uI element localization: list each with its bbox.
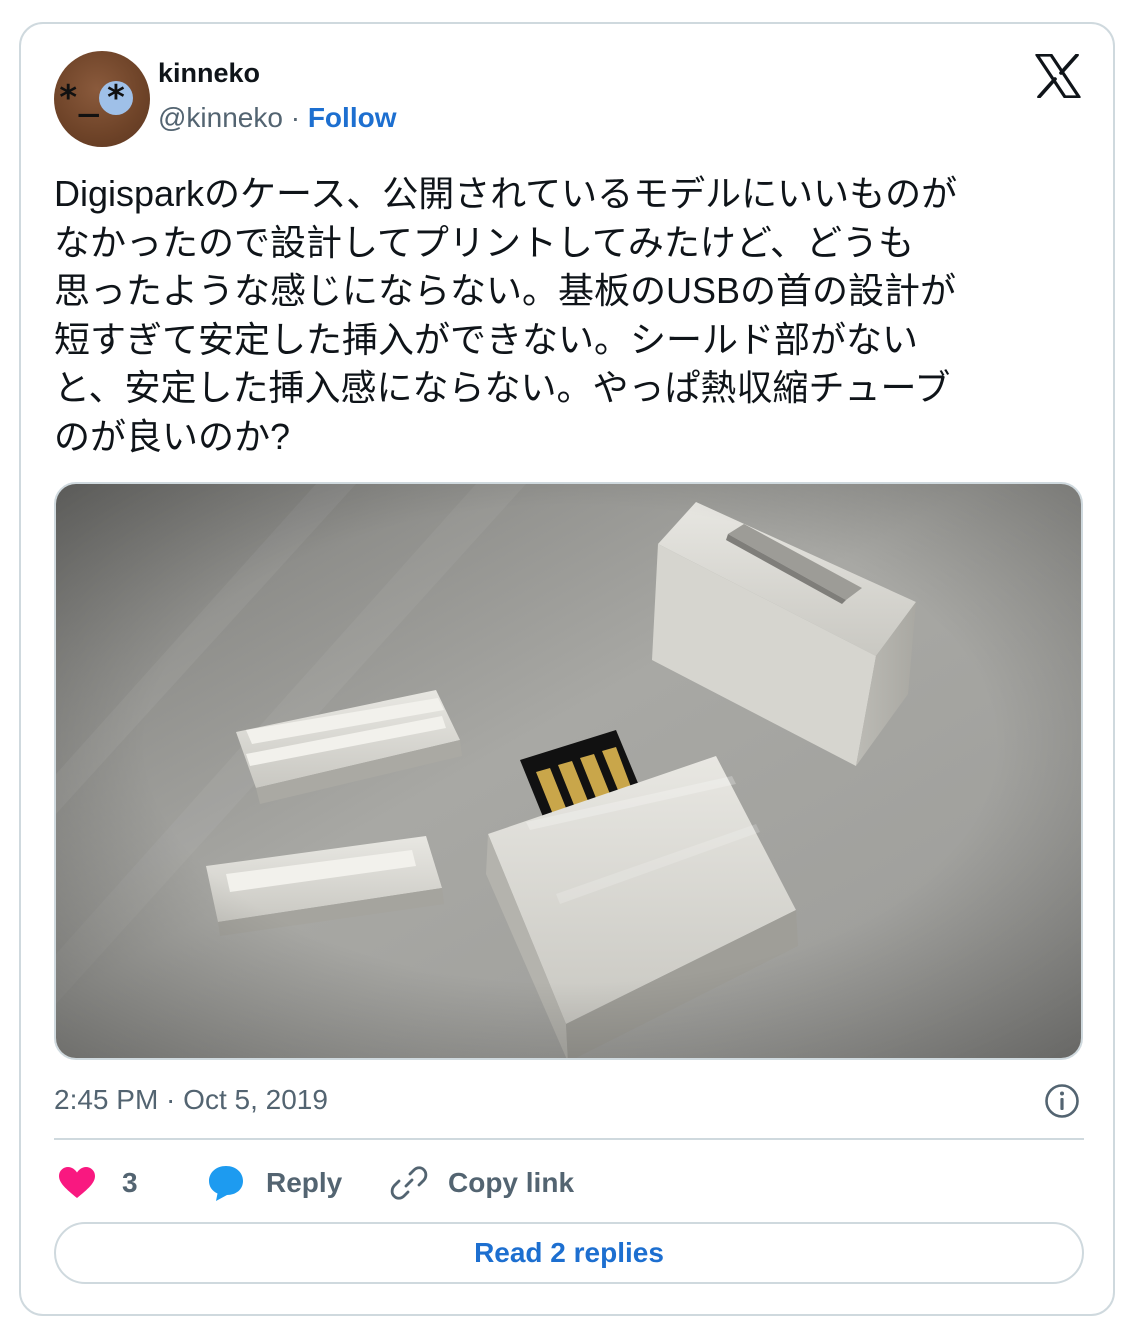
author-name[interactable]: kinneko: [158, 58, 260, 89]
photo-usb-case-parts: [56, 484, 1081, 1058]
like-count: 3: [122, 1167, 138, 1198]
like-button[interactable]: 3: [58, 1160, 138, 1206]
reply-bubble-icon: [209, 1166, 243, 1201]
author-handle-row: @kinneko · Follow: [158, 102, 396, 134]
follow-button[interactable]: Follow: [308, 102, 397, 133]
tweet-photo[interactable]: [54, 482, 1083, 1060]
read-replies-button[interactable]: Read 2 replies: [54, 1222, 1084, 1284]
reply-label: Reply: [266, 1167, 343, 1198]
tweet-text: Digisparkのケース、公開されているモデルにいいものが なかったので設計し…: [54, 173, 958, 457]
author-avatar[interactable]: *_ *: [54, 51, 150, 147]
avatar-right-eye: *: [98, 81, 133, 115]
copy-link-button[interactable]: Copy link: [390, 1160, 574, 1206]
avatar-mouth: _: [78, 78, 99, 118]
x-logo-icon[interactable]: [1035, 54, 1081, 98]
avatar-left-eye: *: [58, 78, 79, 118]
reply-button[interactable]: Reply: [206, 1160, 342, 1206]
author-handle[interactable]: @kinneko: [158, 102, 283, 133]
info-icon[interactable]: [1043, 1082, 1081, 1120]
link-icon: [390, 1166, 428, 1200]
copy-link-label: Copy link: [448, 1167, 575, 1198]
handle-separator: ·: [290, 102, 301, 133]
action-bar: 3 Reply Copy link: [54, 1160, 1084, 1206]
heart-icon: [59, 1167, 95, 1198]
tweet-card: *_ * kinneko @kinneko · Follow Digisparkの…: [19, 22, 1115, 1316]
divider: [54, 1138, 1084, 1140]
avatar-face: *_ *: [58, 73, 148, 123]
tweet-timestamp[interactable]: 2:45 PM · Oct 5, 2019: [54, 1084, 328, 1116]
